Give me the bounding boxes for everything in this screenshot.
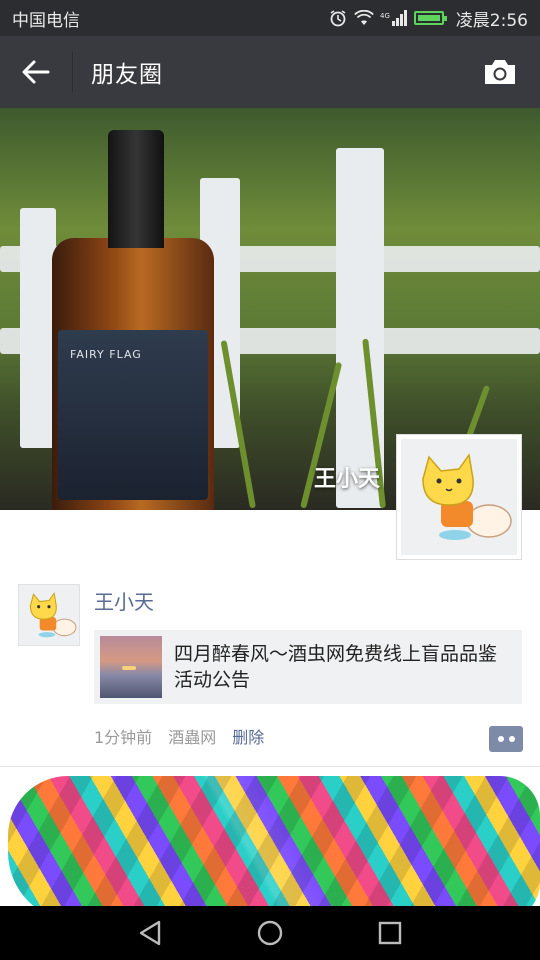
page-title: 朋友圈 bbox=[91, 62, 163, 88]
battery-icon bbox=[413, 11, 447, 25]
link-thumbnail bbox=[100, 636, 162, 698]
redaction-scribble bbox=[8, 776, 540, 922]
nav-back-button[interactable] bbox=[125, 906, 175, 960]
camera-button[interactable] bbox=[460, 36, 540, 108]
signal-icon: 4G bbox=[380, 8, 408, 28]
carrier-label: 中国电信 bbox=[12, 10, 80, 31]
profile-avatar[interactable] bbox=[396, 434, 522, 560]
post-divider bbox=[0, 766, 540, 767]
status-time: 凌晨2:56 bbox=[455, 10, 528, 31]
comment-dot-icon bbox=[497, 736, 504, 742]
top-bar: 朋友圈 bbox=[0, 36, 540, 108]
alarm-icon bbox=[328, 8, 348, 28]
comment-dot-icon bbox=[508, 736, 515, 742]
bottle-label-text: FAIRY FLAG bbox=[70, 348, 142, 361]
back-button[interactable] bbox=[0, 36, 72, 108]
status-icons: 4G 凌晨2:56 bbox=[328, 6, 528, 31]
square-recents-icon bbox=[378, 921, 402, 945]
shared-link-card[interactable]: 四月醉春风～酒虫网免费线上盲品品鉴活动公告 bbox=[94, 630, 522, 704]
nav-recents-button[interactable] bbox=[365, 906, 415, 960]
cover-username[interactable]: 王小天 bbox=[314, 461, 380, 493]
status-bar: 中国电信 4G 凌晨2:56 bbox=[0, 0, 540, 36]
comment-button[interactable] bbox=[489, 726, 523, 752]
wifi-icon bbox=[353, 8, 374, 28]
link-title: 四月醉春风～酒虫网免费线上盲品品鉴活动公告 bbox=[174, 643, 498, 691]
fence-post bbox=[20, 208, 56, 448]
cat-avatar-icon bbox=[29, 591, 77, 638]
navigation-bar bbox=[0, 906, 540, 960]
post-avatar[interactable] bbox=[18, 584, 80, 646]
bottle-neck bbox=[108, 130, 164, 248]
cat-avatar-icon bbox=[422, 453, 512, 540]
camera-icon bbox=[485, 60, 515, 84]
post-author-name[interactable]: 王小天 bbox=[94, 586, 154, 615]
nav-home-button[interactable] bbox=[245, 906, 295, 960]
post-source[interactable]: 酒蟲网 bbox=[168, 724, 216, 748]
post-time: 1分钟前 bbox=[94, 728, 153, 747]
back-arrow-icon bbox=[22, 60, 50, 84]
network-type: 4G bbox=[380, 12, 390, 20]
post-meta: 1分钟前 酒蟲网 删除 bbox=[94, 724, 264, 748]
circle-home-icon bbox=[257, 920, 283, 946]
triangle-back-icon bbox=[139, 920, 161, 946]
delete-link[interactable]: 删除 bbox=[232, 724, 264, 748]
